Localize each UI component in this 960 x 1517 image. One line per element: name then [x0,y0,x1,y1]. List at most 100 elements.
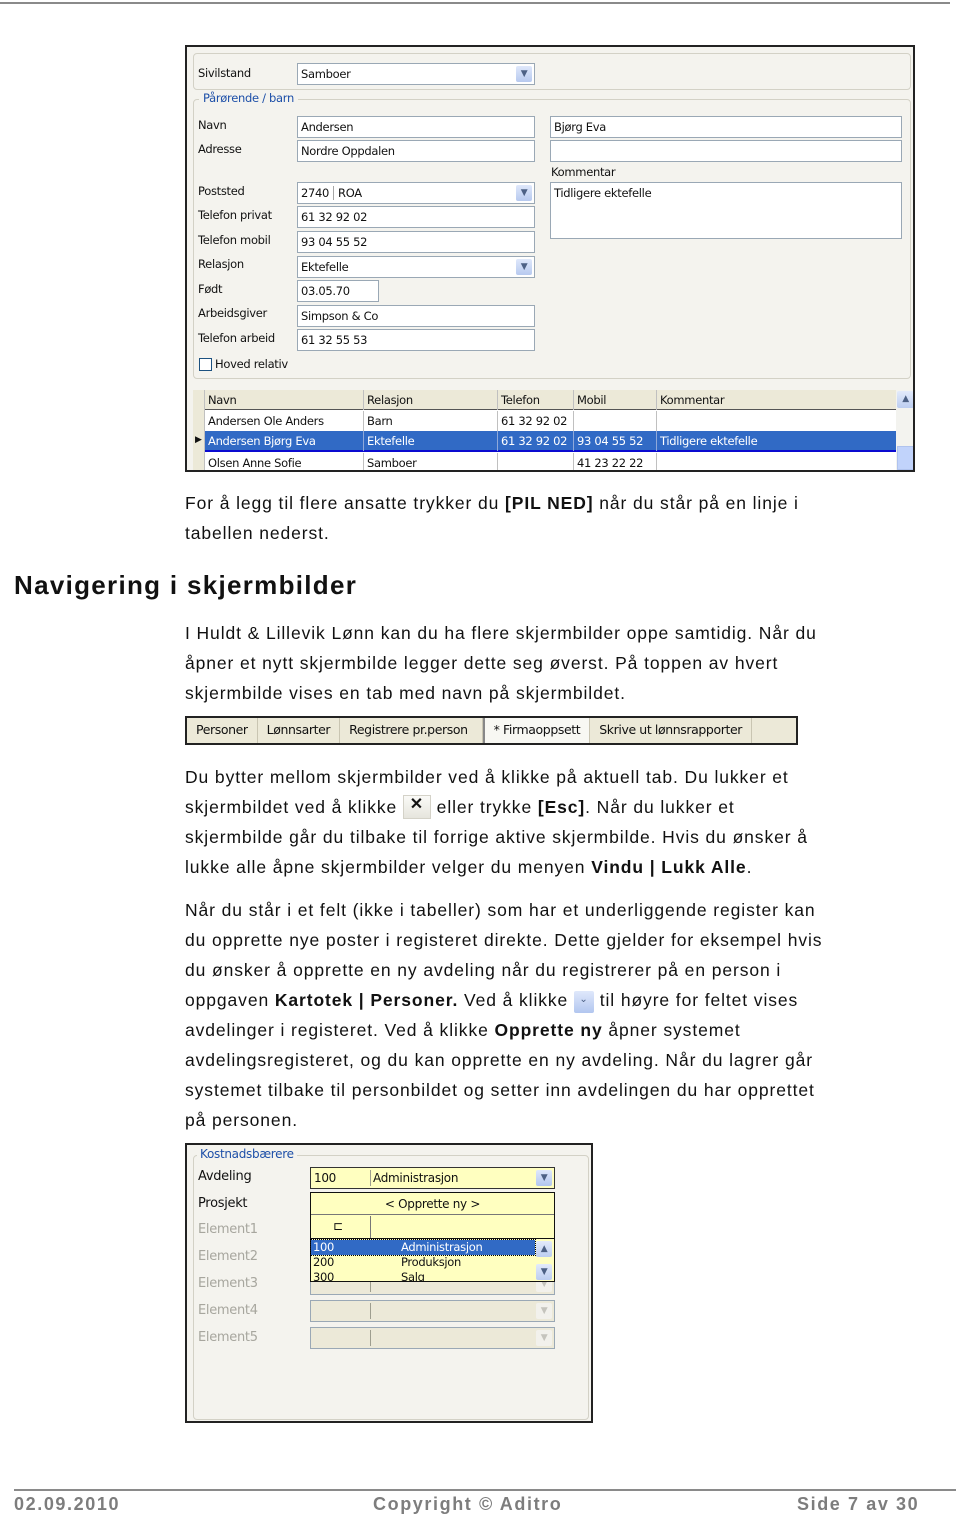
tab-registrere-pr-person[interactable]: Registrere pr.person [340,718,483,743]
telefon-mobil-field[interactable]: 93 04 55 52 [297,231,535,253]
arbeidsgiver-field[interactable]: Simpson & Co [297,305,535,327]
column-header-relasjon[interactable]: Relasjon [364,390,498,410]
poststed-select[interactable]: 2740 ROA ▼ [297,182,535,204]
cell-navn: Andersen Ole Anders [205,411,364,431]
cell-relasjon: Barn [364,411,498,431]
dropdown-arrow-icon: ⌄ [573,991,594,1013]
cell-navn: Olsen Anne Sofie [205,453,364,470]
avdeling-dropdown-list: < Opprette ny > ⊏ 100 Administrasjon 200… [310,1192,555,1282]
tab-personer[interactable]: Personer [187,718,258,743]
arbeidsgiver-label: Arbeidsgiver [198,306,267,320]
text-run: til høyre for feltet vises [593,990,799,1010]
relasjon-label: Relasjon [198,257,244,271]
text-run: Ved å klikke [458,990,574,1010]
close-icon: ✕ [402,795,431,819]
key-pil-ned: [PIL NED] [505,493,594,513]
hoved-relativ-checkbox[interactable] [199,358,212,371]
table-scrollbar[interactable]: ▲ [896,390,913,470]
telefon-privat-field[interactable]: 61 32 92 02 [297,206,535,228]
field-separator [333,186,334,200]
relasjon-value: Ektefelle [301,260,349,274]
column-header-navn[interactable]: Navn [205,390,364,410]
section-heading: Navigering i skjermbilder [14,570,358,600]
sivilstand-select[interactable]: Samboer ▼ [297,63,535,85]
footer-page-number: Side 7 av 30 [797,1494,920,1514]
chevron-down-icon[interactable]: ▼ [516,259,532,275]
list-item[interactable]: 200 Produksjon [311,1255,535,1270]
scroll-up-icon[interactable]: ▲ [897,391,913,408]
column-header-kommentar[interactable]: Kommentar [657,390,896,410]
relasjon-select[interactable]: Ektefelle ▼ [297,256,535,278]
paragraph-intro: I Huldt & Lillevik Lønn kan du ha flere … [185,618,817,708]
text-run: lukke alle åpne skjermbilder velger du m… [185,857,592,877]
field-separator [370,1216,371,1238]
cell-navn: Andersen Bjørg Eva [205,431,364,451]
text-line: du opprette nye poster i registeret dire… [185,930,823,950]
chevron-down-icon[interactable]: ▼ [536,1170,552,1186]
scroll-up-icon[interactable]: ▲ [536,1241,552,1257]
option-name: Salg [401,1270,425,1282]
option-code: 300 [313,1270,335,1282]
list-item[interactable]: 300 Salg [311,1270,535,1282]
navn-field[interactable]: Andersen [297,116,535,138]
avdeling-label: Avdeling [198,1169,252,1184]
current-row-arrow-icon: ▶ [195,435,202,445]
field-separator [370,1170,371,1186]
field-separator [370,1303,371,1319]
poststed-value: ROA [338,186,362,200]
text-line: avdelingsregisteret, og du kan opprette … [185,1050,813,1070]
cell-mobil [574,411,657,431]
table-row[interactable]: Andersen Ole Anders Barn 61 32 92 02 [205,411,896,431]
text-line: systemet tilbake til personbildet og set… [185,1080,815,1100]
telefon-arbeid-field[interactable]: 61 32 55 53 [297,329,535,351]
fodt-field[interactable]: 03.05.70 [297,280,379,302]
table-row[interactable]: Olsen Anne Sofie Samboer 41 23 22 22 [205,453,896,470]
filter-icon: ⊏ [333,1219,343,1233]
tab-firmaoppsett[interactable]: * Firmaoppsett [482,718,591,743]
text-run: . Når du lukker et [585,797,735,817]
option-code: 200 [313,1255,335,1269]
cell-relasjon: Samboer [364,453,498,470]
filter-row[interactable]: ⊏ [311,1216,554,1239]
table-row-selected[interactable]: Andersen Bjørg Eva Ektefelle 61 32 92 02… [205,431,896,452]
option-name: Produksjon [401,1255,462,1269]
cell-kommentar [657,453,896,470]
adresse-field[interactable]: Nordre Oppdalen [297,140,535,162]
text-line: skjermbilde vises en tab med navn på skj… [185,683,626,703]
scrollbar-thumb[interactable] [897,446,913,470]
parorende-group-title: Pårørende / barn [199,91,298,105]
opprette-ny-term: Opprette ny [494,1020,603,1040]
prosjekt-label: Prosjekt [198,1196,248,1211]
kommentar-textarea[interactable]: Tidligere ektefelle [550,182,902,239]
scroll-down-icon[interactable]: ▼ [536,1264,552,1280]
text-run: eller trykke [430,797,538,817]
chevron-down-icon[interactable]: ▼ [516,185,532,201]
tab-lonnsarter[interactable]: Lønnsarter [258,718,341,743]
telefon-arbeid-label: Telefon arbeid [198,331,275,345]
cell-telefon: 61 32 92 02 [498,431,574,451]
cell-kommentar: Tidligere ektefelle [660,434,758,448]
list-item-selected[interactable]: 100 Administrasjon [310,1239,536,1256]
column-header-mobil[interactable]: Mobil [574,390,657,410]
column-header-telefon[interactable]: Telefon [498,390,574,410]
cell-kommentar [657,411,896,431]
screenshot-parorende-form: Sivilstand Samboer ▼ Pårørende / barn Na… [185,45,915,472]
avdeling-combo[interactable]: 100 Administrasjon ▼ [310,1167,555,1189]
adresse2-field[interactable] [550,140,902,162]
text-line: skjermbilde går du tilbake til forrige a… [185,827,808,847]
key-esc: [Esc] [537,797,586,817]
field-separator [370,1330,371,1346]
cell-relasjon: Ektefelle [364,431,498,451]
element4-combo: ▼ [310,1300,555,1322]
chevron-down-icon: ▼ [536,1303,552,1319]
element5-label: Element5 [198,1330,258,1345]
text-run: For å legg til flere ansatte trykker du [185,493,506,513]
fornavn-field[interactable]: Bjørg Eva [550,116,902,138]
text-line: på personen. [185,1110,298,1130]
cell-telefon: 61 32 92 02 [498,411,574,431]
footer-copyright: Copyright © Aditro [373,1494,563,1514]
tab-skrive-ut-lonnsrapporter[interactable]: Skrive ut lønnsrapporter [590,718,752,743]
text-line: I Huldt & Lillevik Lønn kan du ha flere … [185,623,817,643]
opprette-ny-option[interactable]: < Opprette ny > [311,1193,554,1215]
chevron-down-icon[interactable]: ▼ [516,66,532,82]
